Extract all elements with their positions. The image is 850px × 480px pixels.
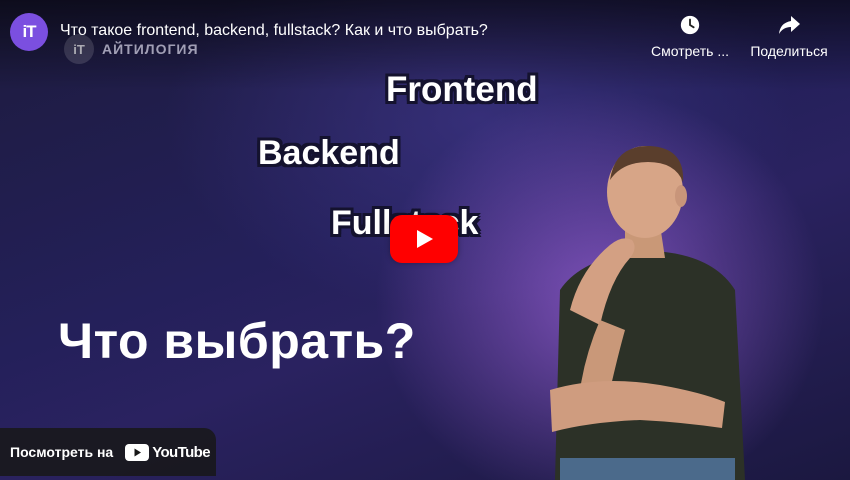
share-arrow-icon xyxy=(777,12,801,38)
thumbnail-headline: Что выбрать? xyxy=(58,313,416,369)
presenter-image xyxy=(550,145,745,480)
watch-on-label: Посмотреть на xyxy=(10,444,114,460)
share-button[interactable]: Поделиться xyxy=(746,12,832,59)
youtube-logo: YouTube xyxy=(125,443,211,461)
watch-later-label: Смотреть ... xyxy=(651,43,729,59)
play-button[interactable] xyxy=(390,215,458,263)
watch-on-youtube-button[interactable]: Посмотреть на YouTube xyxy=(0,428,216,476)
share-label: Поделиться xyxy=(750,43,828,59)
video-player[interactable]: iT АЙТИЛОГИЯ Frontend Backend Fullstack … xyxy=(0,0,850,480)
clock-icon xyxy=(679,12,701,38)
thumbnail-word-frontend: Frontend xyxy=(386,70,538,109)
youtube-logo-text: YouTube xyxy=(152,443,210,461)
thumbnail-word-backend: Backend xyxy=(258,134,400,172)
channel-avatar[interactable]: iT xyxy=(10,13,48,51)
brand-name: АЙТИЛОГИЯ xyxy=(102,41,199,57)
play-icon xyxy=(417,230,433,248)
watch-later-button[interactable]: Смотреть ... xyxy=(648,12,732,59)
video-title-link[interactable]: Что такое frontend, backend, fullstack? … xyxy=(60,22,620,40)
youtube-play-icon xyxy=(125,443,150,461)
